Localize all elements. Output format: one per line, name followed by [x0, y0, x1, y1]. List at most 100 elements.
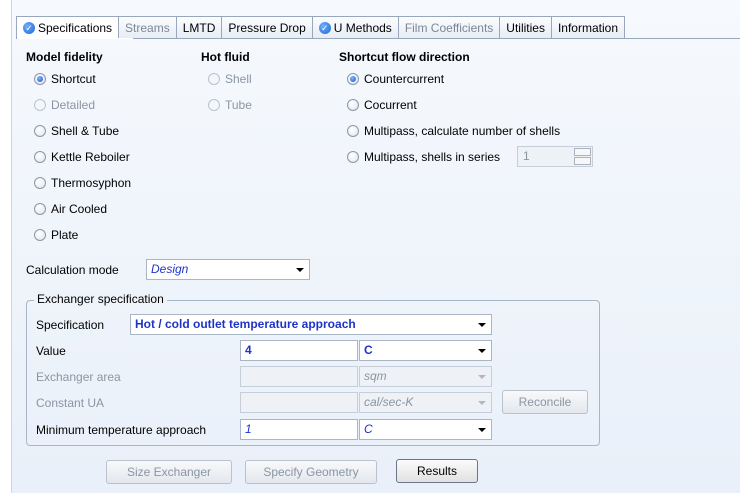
select-value: C	[364, 343, 373, 357]
specify-geometry-button[interactable]: Specify Geometry	[245, 460, 377, 484]
radio-label: Thermosyphon	[51, 176, 132, 190]
radio-label: Kettle Reboiler	[51, 150, 130, 164]
radio-icon	[208, 99, 220, 111]
tab-film-coefficients[interactable]: Film Coefficients	[398, 16, 501, 38]
active-tab-gap	[17, 38, 133, 39]
hot-fluid-header: Hot fluid	[201, 50, 250, 64]
radio-shell-tube[interactable]: Shell & Tube	[34, 123, 119, 139]
radio-shell[interactable]: Shell	[208, 71, 252, 87]
value-input[interactable]: 4	[240, 340, 358, 361]
ua-unit-select[interactable]: cal/sec-K	[359, 392, 492, 413]
tab-specifications[interactable]: ✓ Specifications	[16, 16, 120, 39]
constant-ua-input[interactable]	[240, 392, 358, 413]
calculation-mode-label: Calculation mode	[26, 263, 119, 277]
radio-icon	[34, 151, 46, 163]
tab-label: Pressure Drop	[228, 20, 306, 35]
tab-label: Utilities	[506, 20, 545, 35]
min-approach-unit-select[interactable]: C	[359, 419, 492, 440]
constant-ua-label: Constant UA	[36, 396, 105, 410]
tab-lmtd[interactable]: LMTD	[176, 16, 223, 38]
field-value: 4	[245, 343, 252, 357]
min-temp-approach-label: Minimum temperature approach	[36, 423, 207, 437]
select-value: Design	[151, 262, 189, 276]
radio-label: Multipass, calculate number of shells	[364, 124, 561, 138]
select-value: Hot / cold outlet temperature approach	[135, 317, 356, 331]
radio-tube[interactable]: Tube	[208, 97, 252, 113]
select-value: sqm	[364, 369, 387, 383]
radio-multipass-series[interactable]: Multipass, shells in series	[347, 149, 500, 165]
calculation-mode-select[interactable]: Design	[146, 259, 310, 280]
radio-icon	[34, 177, 46, 189]
tab-label: U Methods	[333, 20, 392, 35]
chevron-down-icon	[478, 401, 486, 405]
chevron-down-icon	[478, 323, 486, 327]
model-fidelity-header: Model fidelity	[26, 50, 103, 64]
radio-icon	[34, 99, 46, 111]
area-unit-select[interactable]: sqm	[359, 366, 492, 387]
radio-label: Shell	[225, 72, 252, 86]
select-value: C	[364, 422, 373, 436]
radio-plate[interactable]: Plate	[34, 227, 78, 243]
radio-multipass-calculate[interactable]: Multipass, calculate number of shells	[347, 123, 560, 139]
chevron-down-icon	[478, 375, 486, 379]
radio-detailed[interactable]: Detailed	[34, 97, 95, 113]
size-exchanger-button[interactable]: Size Exchanger	[106, 460, 232, 484]
flow-direction-header: Shortcut flow direction	[339, 50, 470, 64]
left-border	[0, 0, 12, 493]
radio-label: Shell & Tube	[51, 124, 120, 138]
specification-select[interactable]: Hot / cold outlet temperature approach	[130, 314, 492, 335]
radio-label: Air Cooled	[51, 202, 108, 216]
tab-u-methods[interactable]: ✓ U Methods	[312, 16, 399, 38]
exchanger-area-input[interactable]	[240, 366, 358, 387]
check-icon: ✓	[318, 21, 331, 34]
radio-label: Cocurrent	[364, 98, 417, 112]
radio-kettle-reboiler[interactable]: Kettle Reboiler	[34, 149, 130, 165]
value-label: Value	[36, 344, 66, 358]
radio-icon	[347, 151, 359, 163]
radio-cocurrent[interactable]: Cocurrent	[347, 97, 417, 113]
select-value: cal/sec-K	[364, 395, 414, 409]
tab-label: LMTD	[182, 20, 216, 35]
reconcile-button[interactable]: Reconcile	[502, 390, 588, 414]
radio-label: Countercurrent	[364, 72, 445, 86]
min-temp-approach-input[interactable]: 1	[240, 419, 358, 440]
radio-selected-icon	[34, 73, 46, 85]
tab-pressure-drop[interactable]: Pressure Drop	[222, 16, 313, 38]
radio-label: Shortcut	[51, 72, 96, 86]
tab-utilities[interactable]: Utilities	[500, 16, 552, 38]
stepper-buttons	[574, 148, 591, 165]
tab-label: Specifications	[38, 21, 113, 35]
group-title: Exchanger specification	[34, 292, 167, 306]
radio-label: Plate	[51, 228, 79, 242]
radio-icon	[208, 73, 220, 85]
check-icon: ✓	[23, 22, 35, 34]
tab-information[interactable]: Information	[551, 16, 625, 38]
tab-label: Streams	[125, 20, 170, 35]
radio-shortcut[interactable]: Shortcut	[34, 71, 96, 87]
stepper-up-icon[interactable]	[574, 148, 591, 156]
stepper-value: 1	[523, 149, 530, 163]
radio-icon	[34, 203, 46, 215]
chevron-down-icon	[478, 428, 486, 432]
radio-icon	[347, 125, 359, 137]
tab-label: Information	[557, 20, 618, 35]
radio-thermosyphon[interactable]: Thermosyphon	[34, 175, 131, 191]
chevron-down-icon	[478, 349, 486, 353]
specification-label: Specification	[36, 318, 105, 332]
radio-countercurrent[interactable]: Countercurrent	[347, 71, 444, 87]
radio-label: Tube	[225, 98, 252, 112]
radio-air-cooled[interactable]: Air Cooled	[34, 201, 107, 217]
chevron-down-icon	[296, 268, 304, 272]
stepper-down-icon[interactable]	[574, 157, 591, 165]
radio-label: Detailed	[51, 98, 96, 112]
radio-icon	[347, 99, 359, 111]
radio-icon	[34, 125, 46, 137]
tab-strip: ✓ Specifications Streams LMTD Pressure D…	[16, 16, 625, 39]
tab-streams[interactable]: Streams	[119, 16, 177, 38]
results-button[interactable]: Results	[396, 459, 478, 483]
shells-in-series-stepper[interactable]: 1	[517, 146, 593, 167]
value-unit-select[interactable]: C	[359, 340, 492, 361]
field-value: 1	[245, 422, 252, 436]
tab-label: Film Coefficients	[404, 20, 494, 35]
exchanger-area-label: Exchanger area	[36, 370, 121, 384]
